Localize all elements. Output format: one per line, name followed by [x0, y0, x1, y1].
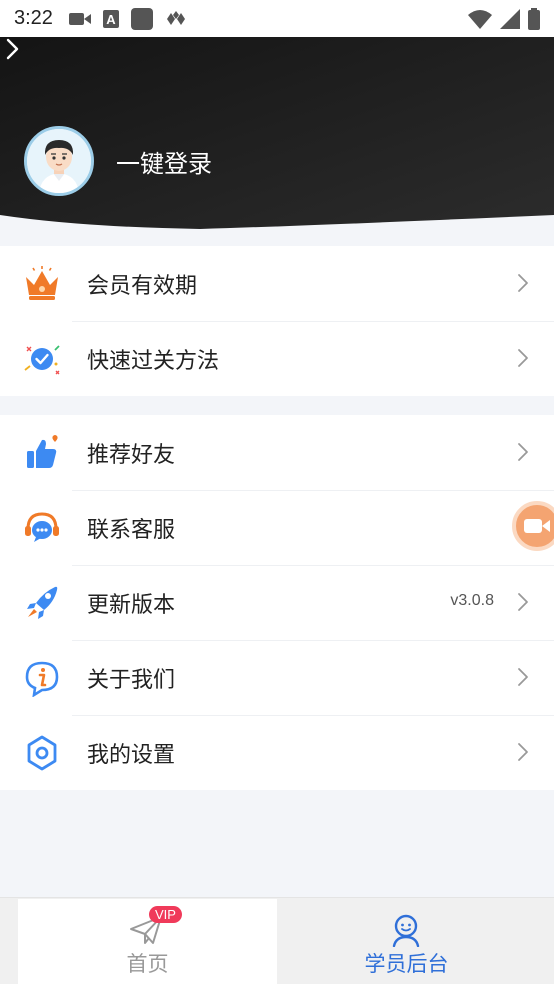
menu-label: 我的设置 [87, 743, 176, 768]
menu-item-contact-service[interactable]: 联系客服 [0, 490, 554, 565]
bottom-tab-bar: VIP 首页 学员后台 [0, 897, 554, 984]
tab-label: 学员后台 [364, 952, 449, 976]
menu-group-general: 推荐好友 联系客服 更新版本 v3.0.8 关于我们 我的设置 [0, 415, 554, 790]
menu-item-recommend-friend[interactable]: 推荐好友 [0, 415, 554, 490]
tab-student-center[interactable]: 学员后台 [277, 899, 536, 984]
menu-item-update-version[interactable]: 更新版本 v3.0.8 [0, 565, 554, 640]
a-icon: A [102, 9, 119, 28]
menu-item-quick-pass-method[interactable]: 快速过关方法 [0, 321, 554, 396]
avatar[interactable] [24, 126, 94, 196]
vip-badge: VIP [149, 906, 182, 923]
menu-label: 联系客服 [87, 518, 176, 543]
diamond-icon [166, 10, 185, 25]
chevron-right-icon [518, 274, 528, 292]
app-square-icon [130, 7, 153, 30]
check-badge-icon [24, 345, 60, 375]
chevron-right-icon[interactable] [0, 37, 24, 61]
menu-item-about-us[interactable]: 关于我们 [0, 640, 554, 715]
svg-text:A: A [106, 12, 116, 27]
menu-label: 会员有效期 [87, 274, 198, 299]
status-system-icons [468, 7, 540, 30]
info-icon [25, 661, 59, 697]
video-camera-icon [524, 519, 550, 533]
menu-label: 更新版本 [87, 593, 176, 618]
gear-icon [27, 735, 57, 771]
tab-label: 首页 [126, 952, 169, 976]
avatar-boy-icon [27, 129, 91, 193]
headset-icon [25, 512, 59, 542]
chevron-right-icon [518, 668, 528, 686]
one-click-login[interactable]: 一键登录 [116, 144, 212, 179]
video-icon [68, 12, 91, 25]
menu-group-membership: 会员有效期 快速过关方法 [0, 246, 554, 396]
wifi-icon [468, 9, 492, 29]
profile-header: 一键登录 [0, 37, 554, 237]
chevron-right-icon [518, 743, 528, 761]
status-time: 3:22 [14, 7, 53, 29]
menu-item-my-settings[interactable]: 我的设置 [0, 715, 554, 790]
menu-label: 快速过关方法 [87, 349, 220, 374]
menu-label: 推荐好友 [87, 443, 176, 468]
chevron-right-icon [518, 349, 528, 367]
status-bar: 3:22 A [0, 0, 554, 37]
menu-label: 关于我们 [87, 668, 176, 693]
status-notification-icons: A [68, 7, 187, 30]
signal-icon [500, 8, 520, 29]
student-icon [392, 914, 420, 947]
thumbs-up-icon [27, 435, 58, 468]
floating-video-button[interactable] [512, 501, 554, 551]
chevron-right-icon [518, 443, 528, 461]
crown-icon [26, 266, 58, 300]
version-value: v3.0.8 [450, 592, 494, 609]
tab-home[interactable]: VIP 首页 [18, 899, 277, 984]
menu-item-membership-validity[interactable]: 会员有效期 [0, 246, 554, 321]
rocket-icon [27, 586, 58, 619]
battery-icon [528, 7, 540, 30]
chevron-right-icon [518, 593, 528, 611]
